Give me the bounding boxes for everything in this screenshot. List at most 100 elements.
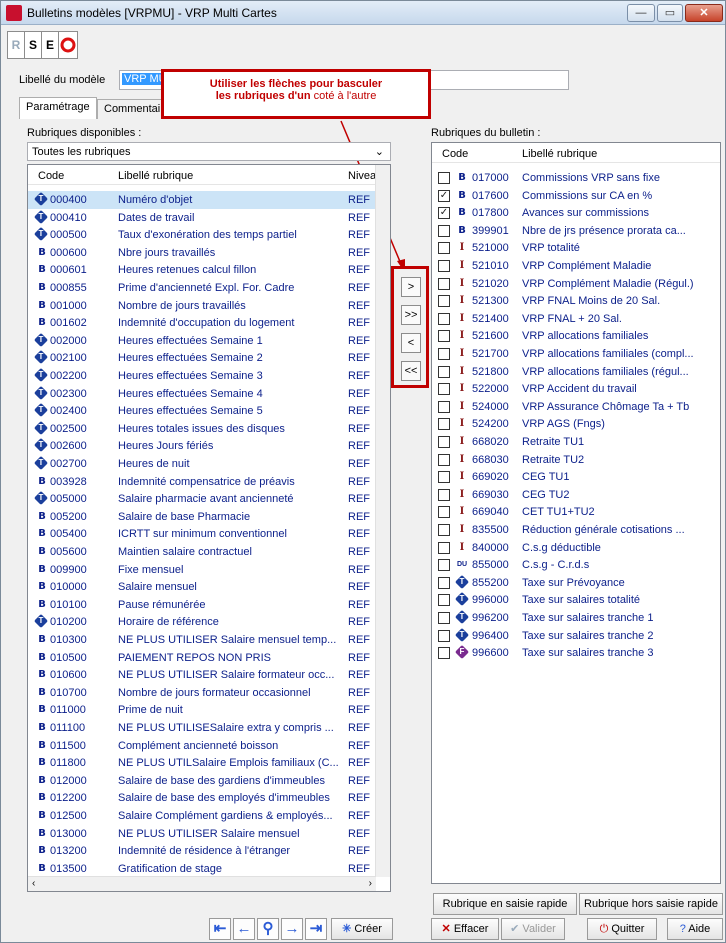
table-row[interactable]: ✓ B 017800 Avances sur commissions <box>432 204 720 222</box>
s-button[interactable]: S <box>24 31 42 59</box>
table-row[interactable]: I 668020 Retraite TU1 <box>432 433 720 451</box>
row-checkbox[interactable] <box>438 242 450 255</box>
table-row[interactable]: B 000600 Nbre jours travaillés REF <box>28 244 376 262</box>
row-checkbox[interactable] <box>438 277 450 290</box>
row-checkbox[interactable] <box>438 418 450 431</box>
table-row[interactable]: B 005600 Maintien salaire contractuel REF <box>28 543 376 561</box>
hors-saisie-rapide-button[interactable]: Rubrique hors saisie rapide <box>579 893 723 915</box>
table-row[interactable]: DU 855000 C.s.g - C.r.d.s <box>432 556 720 574</box>
row-checkbox[interactable] <box>438 224 450 237</box>
table-row[interactable]: B 012500 Salaire Complément gardiens & emp… <box>28 807 376 825</box>
table-row[interactable]: B 003928 Indemnité compensatrice de préavi… <box>28 473 376 491</box>
table-row[interactable]: B 011800 NE PLUS UTILSalaire Emplois famil… <box>28 754 376 772</box>
row-checkbox[interactable] <box>438 312 450 325</box>
e-button[interactable]: E <box>41 31 59 59</box>
table-row[interactable]: B 012200 Salaire de base des employés d'im… <box>28 789 376 807</box>
row-checkbox[interactable] <box>438 172 450 184</box>
table-row[interactable]: B 011500 Complément ancienneté boisson REF <box>28 737 376 755</box>
valider-button[interactable]: ✔ Valider <box>501 918 565 940</box>
table-row[interactable]: T 996200 Taxe sur salaires tranche 1 <box>432 609 720 627</box>
table-row[interactable]: I 522000 VRP Accident du travail <box>432 380 720 398</box>
tab-parametrage[interactable]: Paramétrage <box>19 97 97 119</box>
row-checkbox[interactable] <box>438 559 450 572</box>
table-row[interactable]: B 001000 Nombre de jours travaillés REF <box>28 297 376 315</box>
table-row[interactable]: T 010200 Horaire de référence REF <box>28 613 376 631</box>
table-row[interactable]: I 840000 C.s.g déductible <box>432 539 720 557</box>
move-left-button[interactable]: < <box>401 333 421 353</box>
row-checkbox[interactable] <box>438 348 450 360</box>
table-row[interactable]: T 002500 Heures totales issues des disques… <box>28 420 376 438</box>
table-row[interactable]: ✓ B 017600 Commissions sur CA en % <box>432 187 720 205</box>
table-row[interactable]: T 000410 Dates de travail REF <box>28 209 376 227</box>
table-row[interactable]: I 524200 VRP AGS (Fngs) <box>432 415 720 433</box>
row-checkbox[interactable] <box>438 488 450 501</box>
table-row[interactable]: B 010500 PAIEMENT REPOS NON PRIS REF <box>28 649 376 667</box>
table-row[interactable]: T 000500 Taux d'exonération des temps part… <box>28 226 376 244</box>
left-vscrollbar[interactable] <box>375 165 390 877</box>
row-checkbox[interactable] <box>438 647 450 660</box>
table-row[interactable]: I 521000 VRP totalité <box>432 239 720 257</box>
row-checkbox[interactable] <box>438 612 450 624</box>
table-row[interactable]: T 002200 Heures effectuées Semaine 3 REF <box>28 367 376 385</box>
row-checkbox[interactable] <box>438 453 450 466</box>
table-row[interactable]: I 669040 CET TU1+TU2 <box>432 503 720 521</box>
table-row[interactable]: T 000400 Numéro d'objet REF <box>28 191 376 209</box>
move-all-right-button[interactable]: >> <box>401 305 421 325</box>
table-row[interactable]: T 002300 Heures effectuées Semaine 4 REF <box>28 385 376 403</box>
table-row[interactable]: B 010100 Pause rémunérée REF <box>28 596 376 614</box>
table-row[interactable]: I 521020 VRP Complément Maladie (Régul.) <box>432 275 720 293</box>
table-row[interactable]: T 996000 Taxe sur salaires totalité <box>432 591 720 609</box>
table-row[interactable]: B 011100 NE PLUS UTILISESalaire extra y co… <box>28 719 376 737</box>
table-row[interactable]: B 000855 Prime d'ancienneté Expl. For. Cad… <box>28 279 376 297</box>
table-row[interactable]: B 013000 NE PLUS UTILISER Salaire mensuel R… <box>28 825 376 843</box>
table-row[interactable]: B 005400 ICRTT sur minimum conventionnel RE… <box>28 525 376 543</box>
rubriques-dropdown[interactable]: Toutes les rubriques ⌄ <box>27 142 391 161</box>
left-rubriques-list[interactable]: Code Libellé rubrique Nivea T 000400 Numér… <box>27 164 391 892</box>
table-row[interactable]: B 010300 NE PLUS UTILISER Salaire mensuel … <box>28 631 376 649</box>
table-row[interactable]: T 855200 Taxe sur Prévoyance <box>432 574 720 592</box>
effacer-button[interactable]: ✕ Effacer <box>431 918 499 940</box>
table-row[interactable]: I 835500 Réduction générale cotisations ..… <box>432 521 720 539</box>
right-rubriques-list[interactable]: Code Libellé rubrique B 017000 Commissions… <box>431 142 721 884</box>
table-row[interactable]: I 669020 CEG TU1 <box>432 468 720 486</box>
table-row[interactable]: I 669030 CEG TU2 <box>432 486 720 504</box>
table-row[interactable]: I 524000 VRP Assurance Chômage Ta + Tb <box>432 398 720 416</box>
table-row[interactable]: B 010000 Salaire mensuel REF <box>28 578 376 596</box>
move-all-left-button[interactable]: << <box>401 361 421 381</box>
table-row[interactable]: B 009900 Fixe mensuel REF <box>28 561 376 579</box>
last-record-icon[interactable]: ⇥ <box>305 918 327 940</box>
minimize-button[interactable]: — <box>627 4 655 22</box>
row-checkbox[interactable] <box>438 260 450 272</box>
table-row[interactable]: T 002000 Heures effectuées Semaine 1 REF <box>28 332 376 350</box>
table-row[interactable]: B 000601 Heures retenues calcul fillon REF <box>28 261 376 279</box>
table-row[interactable]: I 521800 VRP allocations familiales (régul… <box>432 363 720 381</box>
r-button[interactable]: R <box>7 31 25 59</box>
table-row[interactable]: B 399901 Nbre de jrs présence prorata ca..… <box>432 222 720 240</box>
table-row[interactable]: F 996600 Taxe sur salaires tranche 3 <box>432 644 720 662</box>
table-row[interactable]: B 017000 Commissions VRP sans fixe <box>432 169 720 187</box>
table-row[interactable]: T 002100 Heures effectuées Semaine 2 REF <box>28 349 376 367</box>
row-checkbox[interactable] <box>438 524 450 536</box>
row-checkbox[interactable] <box>438 330 450 343</box>
row-checkbox[interactable] <box>438 576 450 589</box>
row-checkbox[interactable] <box>438 506 450 519</box>
power-icon[interactable] <box>58 31 78 59</box>
maximize-button[interactable]: ▭ <box>657 4 683 22</box>
row-checkbox[interactable] <box>438 629 450 642</box>
row-checkbox[interactable] <box>438 365 450 378</box>
table-row[interactable]: T 002400 Heures effectuées Semaine 5 REF <box>28 402 376 420</box>
table-row[interactable]: I 521400 VRP FNAL + 20 Sal. <box>432 310 720 328</box>
table-row[interactable]: B 001602 Indemnité d'occupation du logemen… <box>28 314 376 332</box>
row-checkbox[interactable] <box>438 594 450 607</box>
table-row[interactable]: I 668030 Retraite TU2 <box>432 451 720 469</box>
row-checkbox[interactable] <box>438 400 450 413</box>
search-icon[interactable]: ⚲ <box>257 918 279 940</box>
aide-button[interactable]: ? Aide <box>667 918 723 940</box>
tab-commentaire[interactable]: Commentair <box>97 99 171 119</box>
row-checkbox[interactable] <box>438 295 450 308</box>
table-row[interactable]: B 012000 Salaire de base des gardiens d'im… <box>28 772 376 790</box>
table-row[interactable]: T 002600 Heures Jours fériés REF <box>28 437 376 455</box>
creer-button[interactable]: ✳ Créer <box>331 918 393 940</box>
quitter-button[interactable]: ⏻ Quitter <box>587 918 657 940</box>
table-row[interactable]: B 013200 Indemnité de résidence à l'étrang… <box>28 842 376 860</box>
